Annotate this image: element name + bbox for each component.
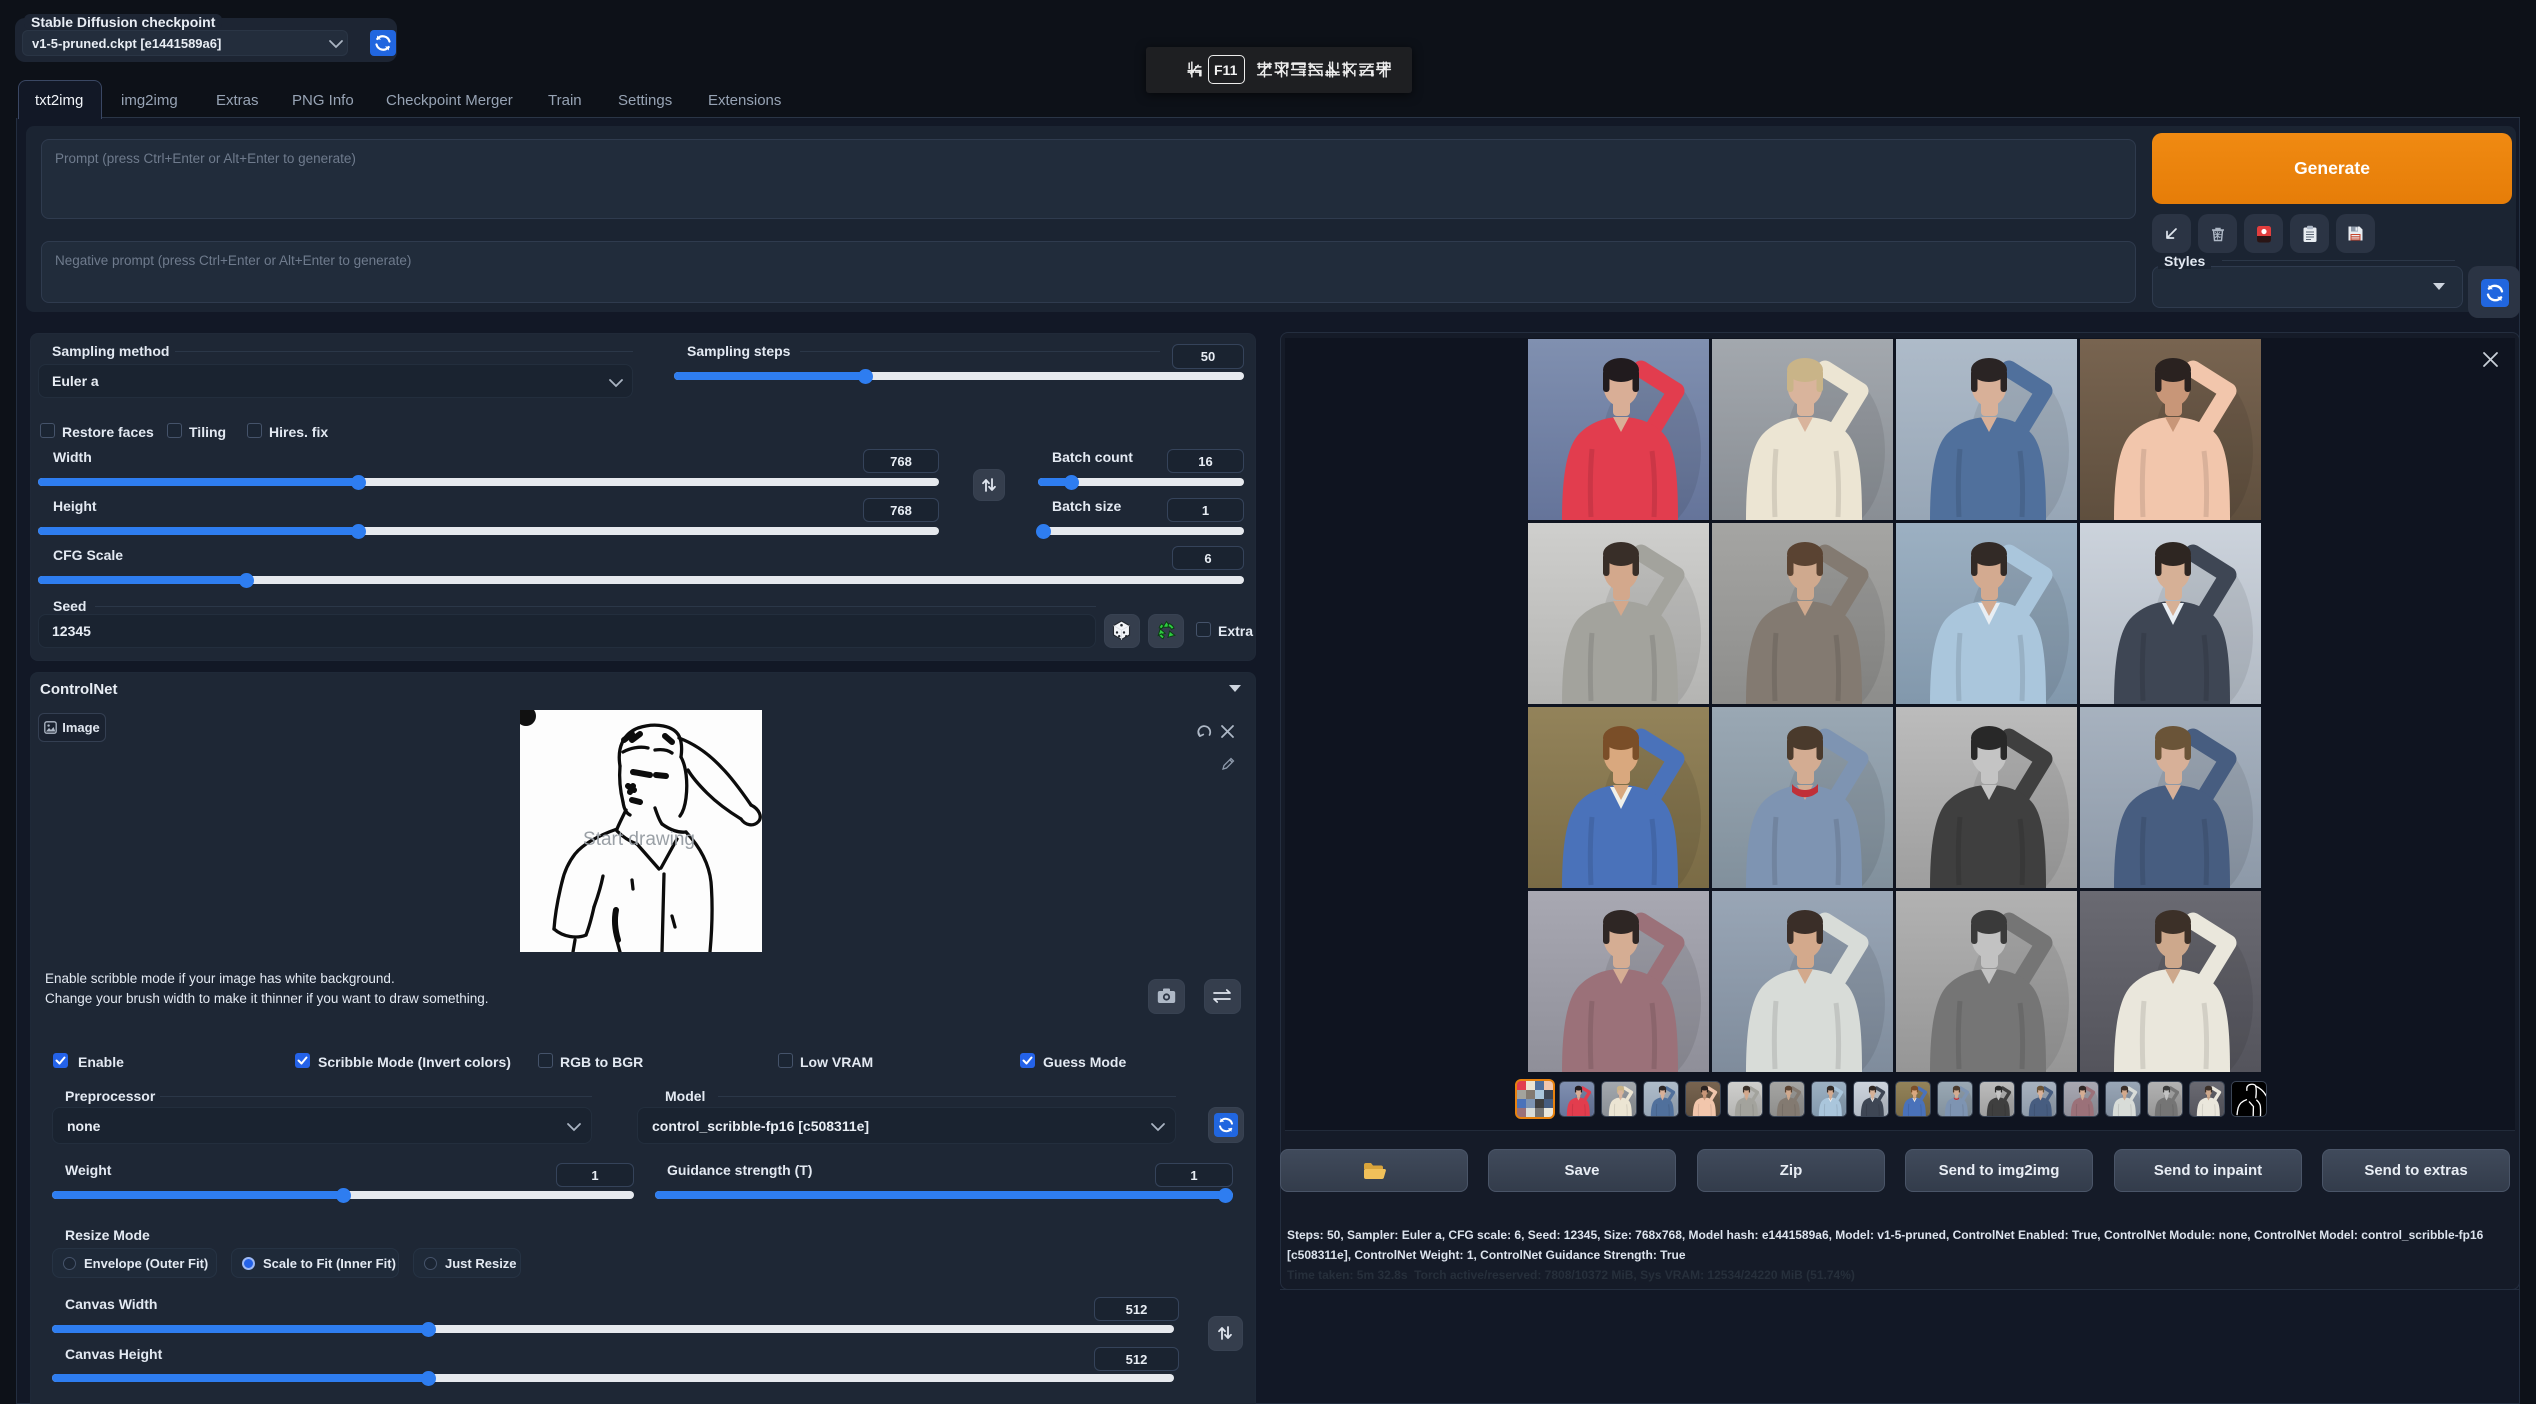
svg-text:Start drawing: Start drawing (583, 829, 695, 850)
